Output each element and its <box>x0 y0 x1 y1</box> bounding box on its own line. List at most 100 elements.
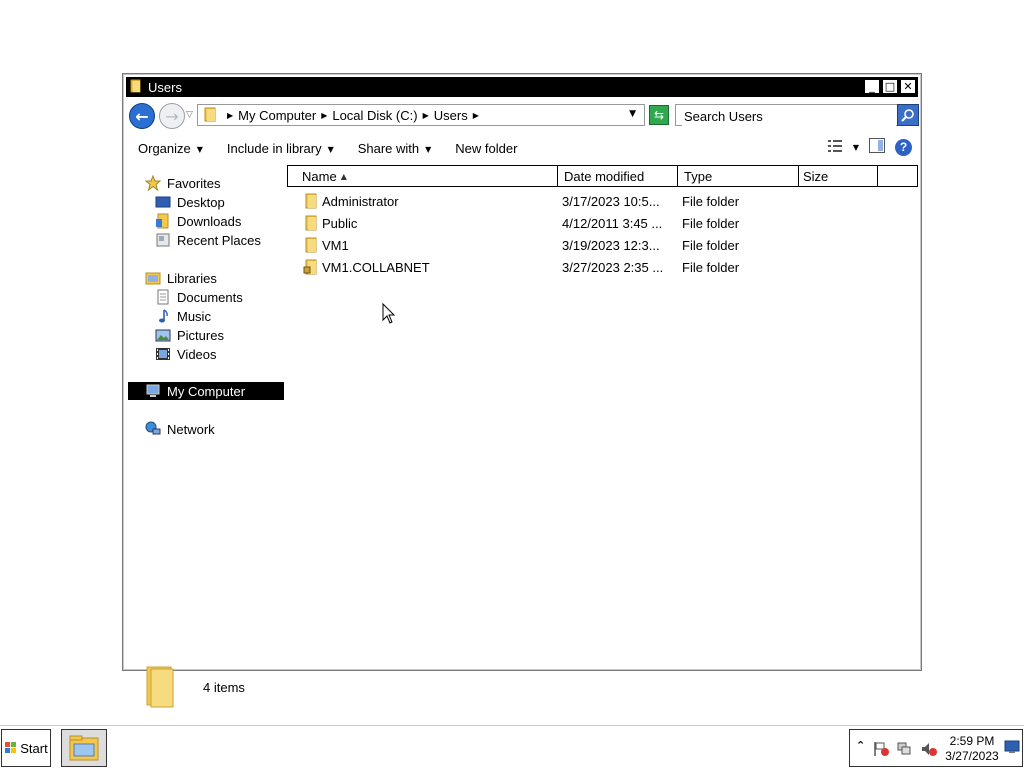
file-row[interactable]: VM1 3/19/2023 12:3... File folder <box>287 237 907 257</box>
nav-documents-label: Documents <box>177 289 243 305</box>
nav-my-computer-label: My Computer <box>167 383 246 399</box>
column-header-size[interactable]: Size <box>798 165 878 187</box>
minimize-button[interactable]: _ <box>864 79 880 94</box>
forward-button[interactable]: → <box>159 103 185 129</box>
breadcrumb-arrow-icon[interactable]: ▶ <box>321 111 327 120</box>
show-desktop-icon[interactable] <box>1004 740 1020 757</box>
pictures-icon <box>155 327 171 343</box>
help-icon[interactable]: ? <box>895 138 912 156</box>
file-date-modified: 3/27/2023 2:35 ... <box>562 260 664 275</box>
search-input[interactable] <box>682 106 896 126</box>
desktop-icon <box>155 194 171 210</box>
column-header-type[interactable]: Type <box>677 165 799 187</box>
clock-date: 3/27/2023 <box>945 749 999 763</box>
clock-time: 2:59 PM <box>949 734 995 748</box>
organize-label: Organize <box>138 140 191 156</box>
explorer-folder-icon <box>69 735 99 761</box>
maximize-button[interactable]: □ <box>882 79 898 94</box>
star-icon <box>145 175 161 191</box>
nav-network-label: Network <box>167 421 215 437</box>
refresh-button[interactable]: ⇆ <box>649 105 669 125</box>
nav-videos[interactable]: Videos <box>155 345 217 363</box>
downloads-folder-icon <box>155 213 171 229</box>
show-hidden-icons-icon[interactable]: ⌃ <box>856 739 865 752</box>
clock[interactable]: 2:59 PM 3/27/2023 <box>942 734 1002 764</box>
chevron-down-icon: ▼ <box>327 144 334 154</box>
file-date-modified: 3/19/2023 12:3... <box>562 238 660 253</box>
nav-recent-places[interactable]: Recent Places <box>155 231 261 249</box>
breadcrumb-my-computer[interactable]: My Computer <box>238 108 316 123</box>
start-button[interactable]: Start <box>1 729 51 767</box>
file-row[interactable]: VM1.COLLABNET 3/27/2023 2:35 ... File fold… <box>287 259 907 279</box>
nav-network[interactable]: Network <box>145 420 215 438</box>
address-bar[interactable]: ▶ My Computer ▶ Local Disk (C:) ▶ Users … <box>197 104 645 126</box>
file-name: Administrator <box>322 194 399 209</box>
share-with-menu[interactable]: Share with ▼ <box>358 141 432 156</box>
explorer-window: Users _ □ ✕ ← → ▽ ▶ My Computer ▶ Local … <box>122 73 922 708</box>
breadcrumb-arrow-icon[interactable]: ▶ <box>227 111 233 120</box>
file-row[interactable]: Administrator 3/17/2023 10:5... File folde… <box>287 193 907 213</box>
share-with-label: Share with <box>357 140 420 156</box>
navigation-pane: Favorites Desktop Downloads Recent Place… <box>126 168 284 568</box>
nav-my-computer[interactable]: My Computer <box>128 382 284 400</box>
music-icon <box>155 308 171 324</box>
file-type: File folder <box>682 260 740 275</box>
column-header-date-modified[interactable]: Date modified <box>557 165 678 187</box>
nav-documents[interactable]: Documents <box>155 288 243 306</box>
breadcrumb-users[interactable]: Users <box>434 108 468 123</box>
network-icon <box>145 421 161 437</box>
recent-pages-dropdown-icon[interactable]: ▽ <box>186 110 193 120</box>
window-title: Users <box>148 79 182 95</box>
system-tray: ⌃ 2:59 PM 3/27/2023 <box>849 729 1023 767</box>
nav-favorites[interactable]: Favorites <box>145 174 220 192</box>
title-bar[interactable]: Users _ □ ✕ <box>126 77 918 97</box>
nav-desktop[interactable]: Desktop <box>155 193 225 211</box>
close-button[interactable]: ✕ <box>900 79 916 94</box>
back-arrow-icon: ← <box>135 106 149 126</box>
sort-ascending-icon: ▲ <box>340 171 347 181</box>
search-button[interactable] <box>897 104 919 126</box>
nav-libraries-label: Libraries <box>167 270 217 286</box>
search-box[interactable] <box>675 104 919 126</box>
volume-muted-icon[interactable] <box>920 741 938 760</box>
nav-downloads[interactable]: Downloads <box>155 212 241 230</box>
breadcrumb-arrow-icon[interactable]: ▶ <box>423 111 429 120</box>
folder-icon <box>303 259 319 278</box>
windows-logo-icon <box>5 742 17 753</box>
breadcrumb-arrow-icon[interactable]: ▶ <box>473 111 479 120</box>
forward-arrow-icon: → <box>165 106 179 126</box>
preview-pane-button[interactable] <box>869 138 885 156</box>
folder-icon <box>303 215 319 234</box>
column-size-label: Size <box>803 168 829 184</box>
nav-videos-label: Videos <box>177 346 217 362</box>
column-header-name[interactable]: Name ▲ <box>287 165 558 187</box>
organize-menu[interactable]: Organize ▼ <box>138 141 203 156</box>
breadcrumb-local-disk[interactable]: Local Disk (C:) <box>332 108 417 123</box>
nav-recent-places-label: Recent Places <box>177 232 261 248</box>
address-dropdown-icon[interactable]: ▼ <box>629 109 636 119</box>
file-row[interactable]: Public 4/12/2011 3:45 ... File folder <box>287 215 907 235</box>
folder-icon <box>303 237 319 256</box>
include-in-library-menu[interactable]: Include in library ▼ <box>227 141 334 156</box>
search-icon <box>901 109 914 122</box>
back-button[interactable]: ← <box>129 103 155 129</box>
file-name: VM1.COLLABNET <box>322 260 430 275</box>
nav-pictures[interactable]: Pictures <box>155 326 224 344</box>
nav-music[interactable]: Music <box>155 307 211 325</box>
taskbar-explorer-button[interactable] <box>61 729 107 767</box>
refresh-icon: ⇆ <box>653 108 665 122</box>
chevron-down-icon: ▼ <box>425 144 432 154</box>
item-count: 4 items <box>203 679 245 695</box>
column-name-label: Name <box>302 168 337 184</box>
file-name: Public <box>322 216 358 231</box>
new-folder-button[interactable]: New folder <box>455 141 517 156</box>
network-status-icon[interactable] <box>896 741 914 760</box>
mouse-cursor-icon <box>382 303 396 324</box>
include-in-library-label: Include in library <box>226 140 322 156</box>
action-center-flag-icon[interactable] <box>872 741 890 760</box>
document-icon <box>155 289 171 305</box>
view-dropdown-icon[interactable]: ▼ <box>853 143 859 152</box>
view-options-button[interactable] <box>827 139 843 156</box>
nav-libraries[interactable]: Libraries <box>145 269 217 287</box>
address-row: ← → ▽ ▶ My Computer ▶ Local Disk (C:) ▶ … <box>129 102 919 130</box>
